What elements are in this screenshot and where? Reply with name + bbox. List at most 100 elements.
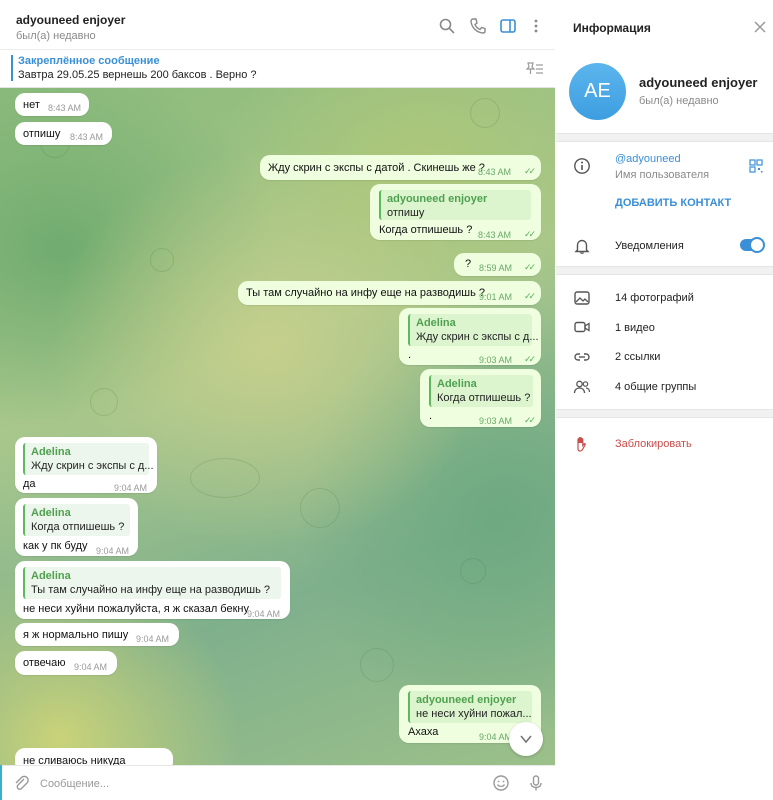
avatar[interactable]: AE (569, 63, 626, 120)
message-text: Ты там случайно на инфу еще на разводишь… (246, 287, 485, 299)
read-checkmarks-icon: ✓✓ (524, 166, 536, 176)
message-outgoing[interactable]: Жду скрин с экспы с датой . Скинешь же ?… (260, 155, 541, 180)
info-title: Информация (573, 21, 651, 35)
message-text: ? (465, 258, 472, 270)
message-text: . (429, 410, 433, 422)
message-incoming[interactable]: Adelina Жду скрин с экспы с д... да 9:04… (15, 437, 157, 493)
message-incoming[interactable]: Adelina Когда отпишешь ? как у пк буду 9… (15, 498, 138, 556)
section-divider (556, 133, 773, 142)
wallpaper-doodle (190, 458, 260, 498)
link-icon (574, 353, 590, 361)
media-label: 1 видео (615, 322, 655, 334)
message-time: 9:04 AM (247, 609, 281, 619)
sidebar-toggle-icon[interactable] (499, 17, 517, 35)
reply-author: Adelina (437, 378, 477, 390)
message-incoming[interactable]: Adelina Ты там случайно на инфу еще на р… (15, 561, 290, 619)
message-incoming[interactable]: не сливаюсь никуда (15, 748, 173, 765)
reply-text: Жду скрин с экспы с д... (416, 331, 539, 343)
username-value[interactable]: @adyouneed (615, 153, 681, 165)
info-icon (574, 158, 590, 174)
message-text: не сливаюсь никуда (23, 755, 126, 765)
reply-text: Ты там случайно на инфу еще на разводишь… (31, 584, 270, 596)
message-text: я ж нормально пишу (23, 629, 129, 641)
reply-text: отпишу (387, 207, 425, 219)
message-text: Когда отпишешь ? (379, 224, 473, 236)
message-outgoing[interactable]: Adelina Жду скрин с экспы с д... . 9:03 … (399, 308, 541, 365)
hand-stop-icon (577, 437, 586, 452)
message-input[interactable] (40, 775, 460, 793)
info-panel: Информация AE adyouneed enjoyer был(а) н… (556, 0, 773, 800)
message-text: нет (23, 99, 40, 111)
wallpaper-doodle (470, 98, 500, 128)
wallpaper-doodle (300, 488, 340, 528)
message-text: отвечаю (23, 657, 66, 669)
search-icon[interactable] (438, 17, 456, 35)
message-time: 8:43 AM (70, 132, 104, 142)
message-clip: не сливаюсь никуда (0, 748, 555, 765)
read-checkmarks-icon: ✓✓ (524, 291, 536, 301)
scroll-down-button[interactable] (509, 722, 543, 756)
chat-pane: adyouneed enjoyer был(а) недавно Закрепл… (0, 0, 555, 800)
message-time: 9:04 AM (74, 662, 108, 672)
message-time: 9:04 AM (114, 483, 148, 493)
reply-text: не неси хуйни пожал... (416, 708, 532, 720)
message-time: 9:04 AM (136, 634, 170, 644)
wallpaper-doodle (90, 388, 118, 416)
message-text: отпишу (23, 128, 61, 140)
message-outgoing[interactable]: ? 8:59 AM ✓✓ (454, 253, 541, 276)
pin-list-icon[interactable] (524, 60, 544, 76)
composer-accent (0, 765, 2, 800)
wallpaper-doodle (360, 648, 394, 682)
block-label: Заблокировать (615, 438, 692, 450)
reply-text: Жду скрин с экспы с д... (31, 460, 154, 472)
reply-author: Adelina (416, 317, 456, 329)
message-text: как у пк буду (23, 540, 88, 552)
emoji-icon[interactable] (492, 774, 510, 792)
notifications-toggle[interactable] (740, 237, 765, 253)
microphone-icon[interactable] (527, 774, 545, 792)
chevron-down-icon (520, 735, 532, 744)
message-composer (0, 765, 555, 800)
message-outgoing[interactable]: adyouneed enjoyer отпишу Когда отпишешь … (370, 184, 541, 240)
qr-code-icon[interactable] (749, 159, 763, 173)
bell-icon (574, 239, 590, 254)
message-incoming[interactable]: я ж нормально пишу 9:04 AM (15, 623, 179, 646)
reply-text: Когда отпишешь ? (437, 392, 531, 404)
message-text: Ахаха (408, 726, 439, 738)
message-time: 8:43 AM (478, 167, 512, 177)
phone-icon[interactable] (469, 17, 487, 35)
groups-icon (573, 380, 591, 394)
chat-title[interactable]: adyouneed enjoyer (16, 13, 125, 27)
wallpaper-doodle (150, 248, 174, 272)
message-time: 9:04 AM (96, 546, 130, 556)
read-checkmarks-icon: ✓✓ (524, 262, 536, 272)
video-icon (574, 321, 590, 333)
message-incoming[interactable]: отвечаю 9:04 AM (15, 651, 117, 675)
message-text: Жду скрин с экспы с датой . Скинешь же ? (268, 162, 485, 174)
message-incoming[interactable]: нет 8:43 AM (15, 93, 89, 116)
message-time: 9:03 AM (479, 416, 513, 426)
message-time: 9:04 AM (479, 732, 513, 742)
reply-author: adyouneed enjoyer (387, 193, 488, 205)
close-icon[interactable] (753, 20, 767, 34)
message-incoming[interactable]: отпишу 8:43 AM (15, 122, 112, 145)
message-time: 8:43 AM (478, 230, 512, 240)
add-contact-button[interactable]: ДОБАВИТЬ КОНТАКТ (615, 197, 731, 209)
section-divider (556, 266, 773, 275)
message-text: да (23, 478, 36, 490)
message-time: 9:01 AM (479, 292, 513, 302)
chat-header[interactable]: adyouneed enjoyer был(а) недавно (0, 0, 555, 50)
message-time: 9:03 AM (479, 355, 513, 365)
reply-author: adyouneed enjoyer (416, 694, 517, 706)
profile-name: adyouneed enjoyer (639, 75, 758, 90)
media-label: 4 общие группы (615, 381, 697, 393)
reply-author: Adelina (31, 446, 71, 458)
chat-status: был(а) недавно (16, 30, 96, 42)
message-text: не неси хуйни пожалуйста, я ж сказал бек… (23, 603, 249, 615)
message-outgoing[interactable]: Ты там случайно на инфу еще на разводишь… (238, 281, 541, 305)
attach-icon[interactable] (12, 774, 30, 792)
reply-author: Adelina (31, 570, 71, 582)
message-outgoing[interactable]: Adelina Когда отпишешь ? . 9:03 AM ✓✓ (420, 369, 541, 427)
telegram-window: adyouneed enjoyer был(а) недавно Закрепл… (0, 0, 773, 800)
more-icon[interactable] (527, 17, 545, 35)
